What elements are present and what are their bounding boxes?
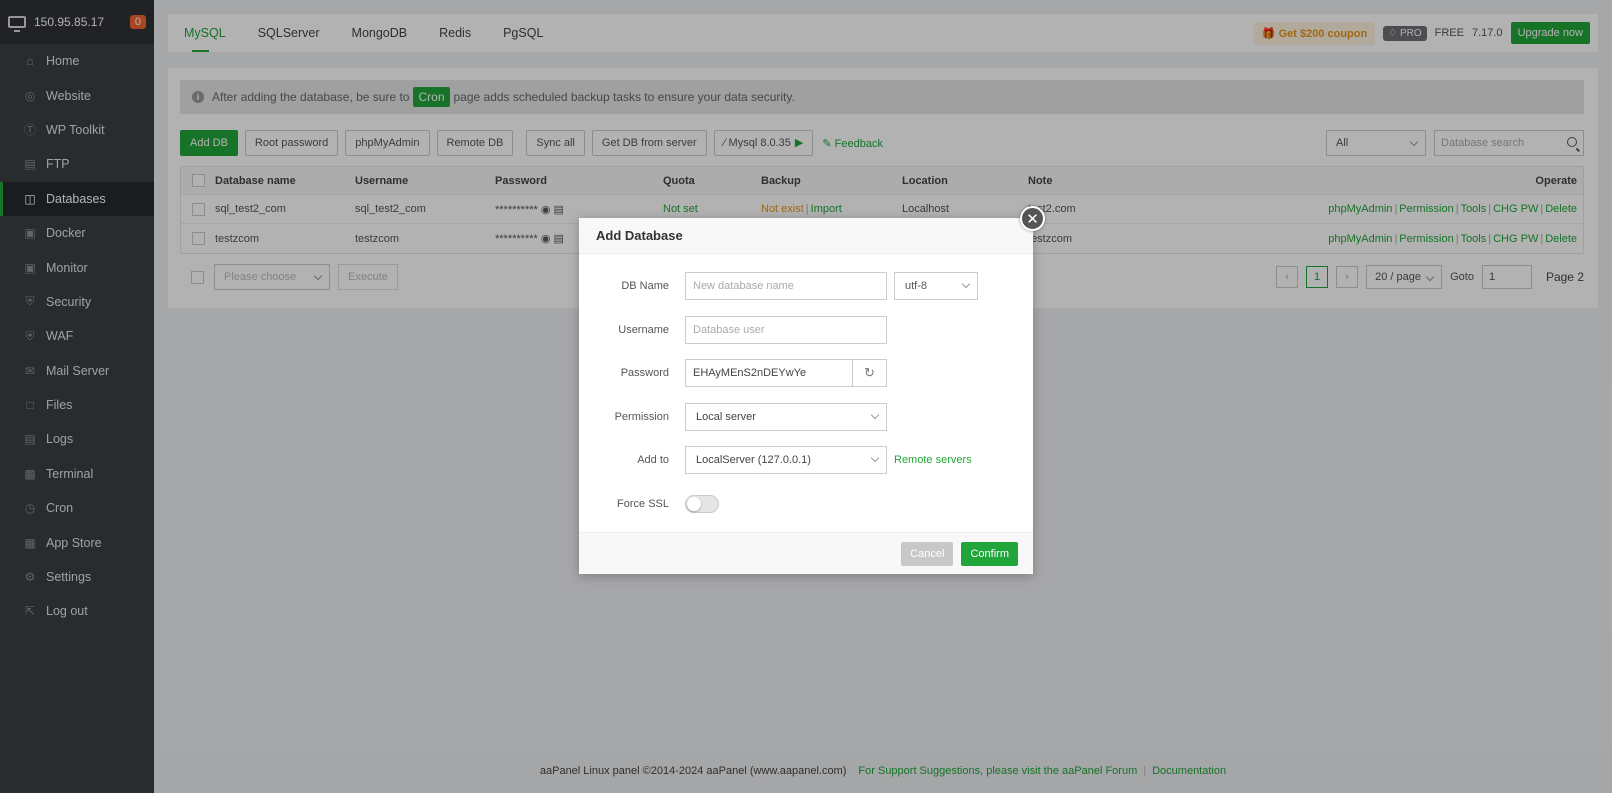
remote-servers-link[interactable]: Remote servers xyxy=(894,454,972,466)
add-database-dialog: Add Database ✕ DB Name New database name… xyxy=(579,206,1045,574)
permission-value: Local server xyxy=(696,410,756,423)
db-name-label: DB Name xyxy=(621,280,669,292)
chevron-down-icon xyxy=(961,279,971,289)
chevron-down-icon xyxy=(870,410,880,419)
db-name-input[interactable]: New database name xyxy=(685,272,887,300)
addto-label: Add to xyxy=(637,454,669,466)
password-input[interactable]: EHAyMEnS2nDEYwYe xyxy=(685,359,853,387)
cancel-button[interactable]: Cancel xyxy=(901,541,954,566)
chevron-down-icon xyxy=(870,453,880,463)
force-ssl-toggle[interactable] xyxy=(685,494,719,513)
dialog-footer: Cancel Confirm xyxy=(579,532,1033,574)
username-input[interactable]: Database user xyxy=(685,315,887,344)
refresh-password-icon[interactable]: ↻ xyxy=(853,359,887,387)
confirm-button[interactable]: Confirm xyxy=(961,541,1018,566)
dialog-title: Add Database xyxy=(579,218,1033,254)
username-label: Username xyxy=(618,323,669,336)
force-ssl-label: Force SSL xyxy=(617,497,669,510)
charset-value: utf-8 xyxy=(905,280,928,292)
password-label: Password xyxy=(620,367,669,379)
close-icon[interactable]: ✕ xyxy=(1020,206,1045,231)
addto-value: LocalServer (127.0.0.1) xyxy=(696,454,811,466)
addto-select[interactable]: LocalServer (127.0.0.1) xyxy=(685,446,887,474)
charset-select[interactable]: utf-8 xyxy=(894,272,978,300)
permission-label: Permission xyxy=(614,410,669,423)
permission-select[interactable]: Local server xyxy=(685,402,887,431)
